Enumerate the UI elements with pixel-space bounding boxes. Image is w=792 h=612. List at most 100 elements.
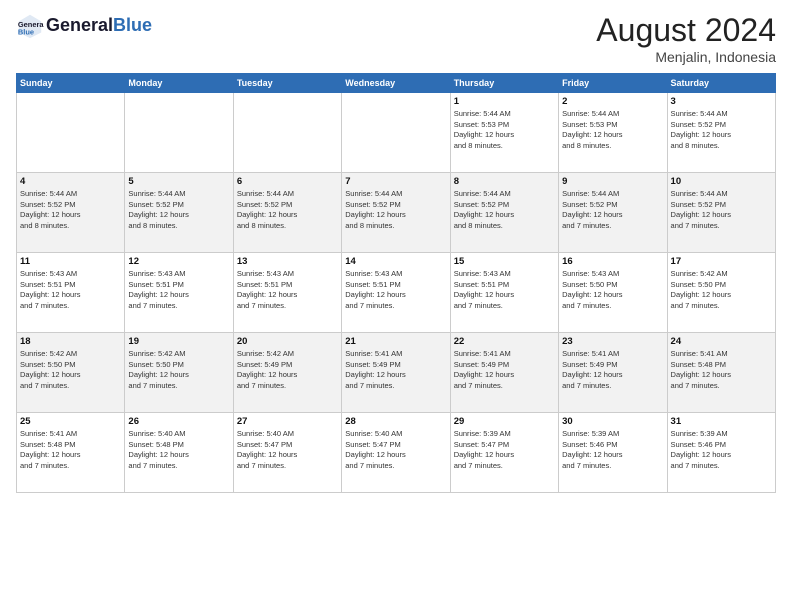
- day-number: 24: [671, 336, 772, 347]
- day-info: Sunrise: 5:42 AM Sunset: 5:49 PM Dayligh…: [237, 349, 338, 391]
- week-row-2: 4 Sunrise: 5:44 AM Sunset: 5:52 PM Daylig…: [17, 173, 776, 253]
- day-header-thursday: Thursday: [450, 74, 558, 93]
- logo-text: GeneralBlue: [46, 16, 152, 36]
- day-number: 17: [671, 256, 772, 267]
- day-header-wednesday: Wednesday: [342, 74, 450, 93]
- title-block: August 2024 Menjalin, Indonesia: [596, 12, 776, 65]
- day-number: 7: [345, 176, 446, 187]
- day-info: Sunrise: 5:40 AM Sunset: 5:48 PM Dayligh…: [128, 429, 229, 471]
- day-number: 12: [128, 256, 229, 267]
- calendar-cell: 6 Sunrise: 5:44 AM Sunset: 5:52 PM Daylig…: [233, 173, 341, 253]
- day-number: 20: [237, 336, 338, 347]
- day-info: Sunrise: 5:39 AM Sunset: 5:46 PM Dayligh…: [671, 429, 772, 471]
- calendar-cell: 18 Sunrise: 5:42 AM Sunset: 5:50 PM Dayli…: [17, 333, 125, 413]
- day-number: 13: [237, 256, 338, 267]
- week-row-3: 11 Sunrise: 5:43 AM Sunset: 5:51 PM Dayli…: [17, 253, 776, 333]
- day-number: 8: [454, 176, 555, 187]
- day-number: 25: [20, 416, 121, 427]
- calendar-cell: 3 Sunrise: 5:44 AM Sunset: 5:52 PM Daylig…: [667, 93, 775, 173]
- day-info: Sunrise: 5:39 AM Sunset: 5:46 PM Dayligh…: [562, 429, 663, 471]
- calendar-cell: 16Sunrise: 5:43 AM Sunset: 5:50 PM Dayli…: [559, 253, 667, 333]
- calendar-cell: 27 Sunrise: 5:40 AM Sunset: 5:47 PM Dayli…: [233, 413, 341, 493]
- day-number: 6: [237, 176, 338, 187]
- day-number: 18: [20, 336, 121, 347]
- page: General Blue GeneralBlue August 2024 Men…: [0, 0, 792, 612]
- day-number: 2: [562, 96, 663, 107]
- day-header-sunday: Sunday: [17, 74, 125, 93]
- day-info: Sunrise: 5:44 AM Sunset: 5:52 PM Dayligh…: [671, 109, 772, 151]
- day-number: 31: [671, 416, 772, 427]
- day-info: Sunrise: 5:44 AM Sunset: 5:52 PM Dayligh…: [237, 189, 338, 231]
- day-header-friday: Friday: [559, 74, 667, 93]
- day-number: 23: [562, 336, 663, 347]
- week-row-4: 18 Sunrise: 5:42 AM Sunset: 5:50 PM Dayli…: [17, 333, 776, 413]
- calendar-table: SundayMondayTuesdayWednesdayThursdayFrid…: [16, 73, 776, 493]
- day-number: 26: [128, 416, 229, 427]
- calendar-cell: 14 Sunrise: 5:43 AM Sunset: 5:51 PM Dayli…: [342, 253, 450, 333]
- calendar-cell: 11Sunrise: 5:43 AM Sunset: 5:51 PM Dayli…: [17, 253, 125, 333]
- day-number: 11: [20, 256, 121, 267]
- day-number: 19: [128, 336, 229, 347]
- day-info: Sunrise: 5:41 AM Sunset: 5:49 PM Dayligh…: [345, 349, 446, 391]
- logo: General Blue GeneralBlue: [16, 12, 152, 40]
- day-number: 28: [345, 416, 446, 427]
- day-info: Sunrise: 5:42 AM Sunset: 5:50 PM Dayligh…: [128, 349, 229, 391]
- day-info: Sunrise: 5:39 AM Sunset: 5:47 PM Dayligh…: [454, 429, 555, 471]
- day-info: Sunrise: 5:43 AM Sunset: 5:51 PM Dayligh…: [454, 269, 555, 311]
- day-number: 29: [454, 416, 555, 427]
- day-info: Sunrise: 5:41 AM Sunset: 5:48 PM Dayligh…: [20, 429, 121, 471]
- week-row-5: 25 Sunrise: 5:41 AM Sunset: 5:48 PM Dayli…: [17, 413, 776, 493]
- day-number: 22: [454, 336, 555, 347]
- calendar-cell: 31 Sunrise: 5:39 AM Sunset: 5:46 PM Dayli…: [667, 413, 775, 493]
- day-number: 21: [345, 336, 446, 347]
- day-header-saturday: Saturday: [667, 74, 775, 93]
- day-number: 14: [345, 256, 446, 267]
- day-info: Sunrise: 5:41 AM Sunset: 5:49 PM Dayligh…: [454, 349, 555, 391]
- day-number: 4: [20, 176, 121, 187]
- calendar-cell: 2Sunrise: 5:44 AM Sunset: 5:53 PM Daylig…: [559, 93, 667, 173]
- day-number: 27: [237, 416, 338, 427]
- day-info: Sunrise: 5:41 AM Sunset: 5:48 PM Dayligh…: [671, 349, 772, 391]
- calendar-cell: 29 Sunrise: 5:39 AM Sunset: 5:47 PM Dayli…: [450, 413, 558, 493]
- calendar-cell: 23Sunrise: 5:41 AM Sunset: 5:49 PM Dayli…: [559, 333, 667, 413]
- calendar-cell: 9 Sunrise: 5:44 AM Sunset: 5:52 PM Daylig…: [559, 173, 667, 253]
- calendar-cell: 28Sunrise: 5:40 AM Sunset: 5:47 PM Dayli…: [342, 413, 450, 493]
- calendar-cell: [125, 93, 233, 173]
- location: Menjalin, Indonesia: [596, 49, 776, 65]
- day-header-monday: Monday: [125, 74, 233, 93]
- calendar-cell: 25 Sunrise: 5:41 AM Sunset: 5:48 PM Dayli…: [17, 413, 125, 493]
- calendar-cell: 15 Sunrise: 5:43 AM Sunset: 5:51 PM Dayli…: [450, 253, 558, 333]
- calendar-cell: 4Sunrise: 5:44 AM Sunset: 5:52 PM Daylig…: [17, 173, 125, 253]
- day-number: 9: [562, 176, 663, 187]
- week-row-1: 1Sunrise: 5:44 AM Sunset: 5:53 PM Daylig…: [17, 93, 776, 173]
- day-number: 5: [128, 176, 229, 187]
- day-info: Sunrise: 5:43 AM Sunset: 5:51 PM Dayligh…: [128, 269, 229, 311]
- calendar-cell: [233, 93, 341, 173]
- day-info: Sunrise: 5:44 AM Sunset: 5:52 PM Dayligh…: [562, 189, 663, 231]
- calendar-cell: 22 Sunrise: 5:41 AM Sunset: 5:49 PM Dayli…: [450, 333, 558, 413]
- calendar-cell: 1Sunrise: 5:44 AM Sunset: 5:53 PM Daylig…: [450, 93, 558, 173]
- day-info: Sunrise: 5:44 AM Sunset: 5:52 PM Dayligh…: [128, 189, 229, 231]
- month-year: August 2024: [596, 12, 776, 49]
- day-info: Sunrise: 5:44 AM Sunset: 5:52 PM Dayligh…: [671, 189, 772, 231]
- day-number: 1: [454, 96, 555, 107]
- calendar-cell: 20 Sunrise: 5:42 AM Sunset: 5:49 PM Dayli…: [233, 333, 341, 413]
- calendar-cell: 17Sunrise: 5:42 AM Sunset: 5:50 PM Dayli…: [667, 253, 775, 333]
- day-info: Sunrise: 5:42 AM Sunset: 5:50 PM Dayligh…: [20, 349, 121, 391]
- day-number: 30: [562, 416, 663, 427]
- day-info: Sunrise: 5:44 AM Sunset: 5:52 PM Dayligh…: [454, 189, 555, 231]
- calendar-cell: 13 Sunrise: 5:43 AM Sunset: 5:51 PM Dayli…: [233, 253, 341, 333]
- day-info: Sunrise: 5:44 AM Sunset: 5:52 PM Dayligh…: [345, 189, 446, 231]
- day-number: 15: [454, 256, 555, 267]
- day-number: 3: [671, 96, 772, 107]
- calendar-cell: 8 Sunrise: 5:44 AM Sunset: 5:52 PM Daylig…: [450, 173, 558, 253]
- calendar-cell: 5 Sunrise: 5:44 AM Sunset: 5:52 PM Daylig…: [125, 173, 233, 253]
- day-number: 10: [671, 176, 772, 187]
- calendar-cell: 21 Sunrise: 5:41 AM Sunset: 5:49 PM Dayli…: [342, 333, 450, 413]
- calendar-cell: [342, 93, 450, 173]
- day-info: Sunrise: 5:40 AM Sunset: 5:47 PM Dayligh…: [237, 429, 338, 471]
- header-row: SundayMondayTuesdayWednesdayThursdayFrid…: [17, 74, 776, 93]
- day-info: Sunrise: 5:43 AM Sunset: 5:51 PM Dayligh…: [345, 269, 446, 311]
- day-info: Sunrise: 5:43 AM Sunset: 5:51 PM Dayligh…: [237, 269, 338, 311]
- svg-text:Blue: Blue: [18, 27, 34, 36]
